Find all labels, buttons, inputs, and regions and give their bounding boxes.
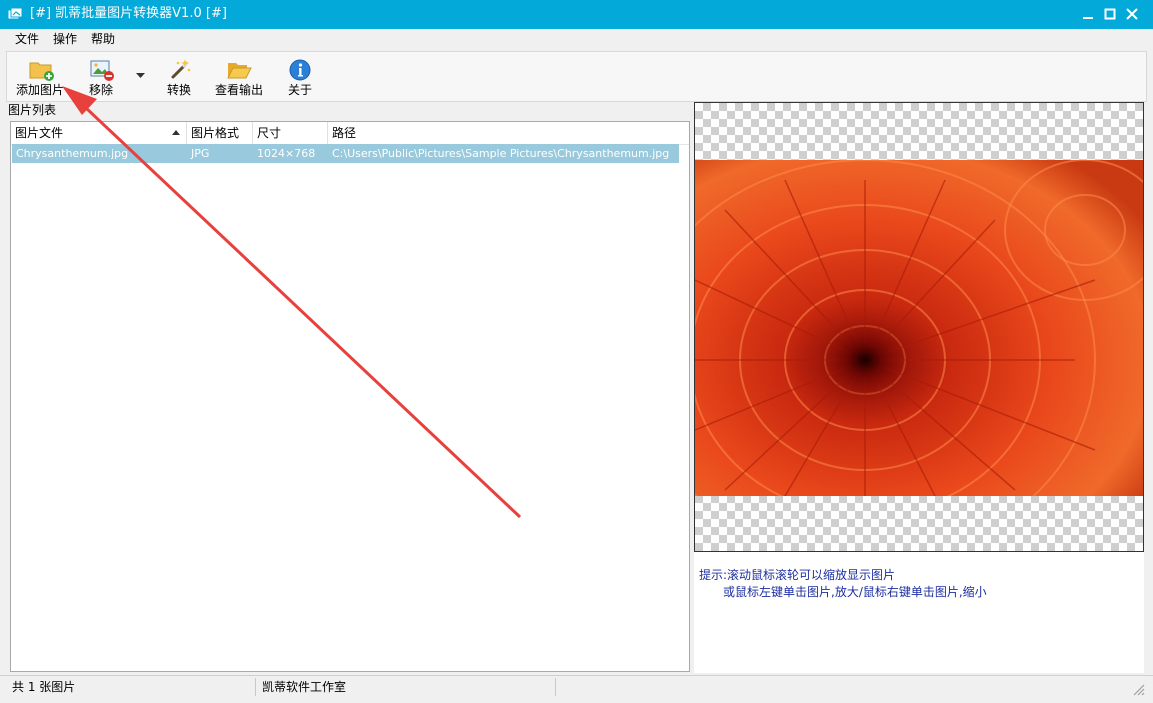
minimize-button[interactable] <box>1077 4 1099 24</box>
resize-grip-icon[interactable] <box>1131 682 1145 696</box>
maximize-button[interactable] <box>1099 4 1121 24</box>
remove-button[interactable]: 移除 <box>79 54 123 99</box>
status-bar: 共 1 张图片 凯蒂软件工作室 <box>0 675 1153 699</box>
column-header-size[interactable]: 尺寸 <box>253 122 328 144</box>
minimize-icon <box>1083 17 1093 19</box>
close-button[interactable] <box>1121 4 1143 24</box>
title-bar: [#] 凯蒂批量图片转换器V1.0 [#] <box>0 0 1153 29</box>
status-image-count: 共 1 张图片 <box>12 680 76 694</box>
about-label: 关于 <box>287 83 312 97</box>
column-header-path-label: 路径 <box>332 126 357 140</box>
remove-dropdown-button[interactable] <box>133 54 147 99</box>
column-header-size-label: 尺寸 <box>257 126 282 140</box>
row-path-cell: C:\Users\Public\Pictures\Sample Pictures… <box>332 147 670 160</box>
add-image-label: 添加图片 <box>15 83 64 97</box>
preview-canvas[interactable] <box>694 102 1144 552</box>
convert-label: 转换 <box>166 83 191 97</box>
maximize-icon <box>1104 8 1116 20</box>
image-list[interactable]: 图片文件 图片格式 尺寸 路径 Chrysanthemum.jpg JPG 10… <box>10 121 690 672</box>
column-header-format-label: 图片格式 <box>191 126 240 140</box>
folder-add-icon <box>29 62 54 81</box>
column-header-path[interactable]: 路径 <box>328 122 679 144</box>
menu-help[interactable]: 帮助 <box>91 32 115 47</box>
column-header-file-label: 图片文件 <box>15 126 64 140</box>
add-image-button[interactable]: 添加图片 <box>10 54 70 99</box>
view-output-label: 查看输出 <box>214 83 263 97</box>
column-header-file[interactable]: 图片文件 <box>11 122 187 144</box>
info-icon <box>289 59 311 81</box>
status-divider <box>555 678 556 696</box>
convert-button[interactable]: 转换 <box>157 54 201 99</box>
chrysanthemum-preview-image[interactable] <box>695 160 1143 496</box>
window-title: [#] 凯蒂批量图片转换器V1.0 [#] <box>30 6 227 21</box>
preview-panel: 提示:滚动鼠标滚轮可以缩放显示图片 或鼠标左键单击图片,放大/鼠标右键单击图片,… <box>694 102 1144 673</box>
app-icon <box>7 7 23 20</box>
image-list-caption: 图片列表 <box>8 103 57 117</box>
row-file-cell: Chrysanthemum.jpg <box>16 147 129 160</box>
row-format-cell: JPG <box>191 147 210 160</box>
close-icon <box>1126 8 1138 20</box>
status-divider <box>255 678 256 696</box>
hint-line-1: 提示:滚动鼠标滚轮可以缩放显示图片 <box>699 568 896 582</box>
menu-bar: 文件 操作 帮助 <box>0 29 1153 50</box>
row-size-cell: 1024×768 <box>257 147 316 160</box>
column-header-format[interactable]: 图片格式 <box>187 122 253 144</box>
view-output-button[interactable]: 查看输出 <box>211 54 267 99</box>
toolbar: 添加图片 移除 转换 查看输出 关于 <box>6 51 1147 102</box>
table-row[interactable]: Chrysanthemum.jpg JPG 1024×768 C:\Users\… <box>12 144 679 163</box>
chevron-down-icon <box>136 73 145 78</box>
hint-line-2: 或鼠标左键单击图片,放大/鼠标右键单击图片,缩小 <box>723 585 987 599</box>
status-studio: 凯蒂软件工作室 <box>262 680 347 694</box>
sort-ascending-icon <box>172 130 180 135</box>
remove-label: 移除 <box>88 83 113 97</box>
image-remove-icon <box>90 60 114 81</box>
menu-file[interactable]: 文件 <box>15 32 39 47</box>
folder-open-icon <box>227 63 252 79</box>
about-button[interactable]: 关于 <box>278 54 322 99</box>
magic-wand-icon <box>171 59 191 79</box>
list-header: 图片文件 图片格式 尺寸 路径 <box>11 122 689 145</box>
menu-operate[interactable]: 操作 <box>53 32 77 47</box>
